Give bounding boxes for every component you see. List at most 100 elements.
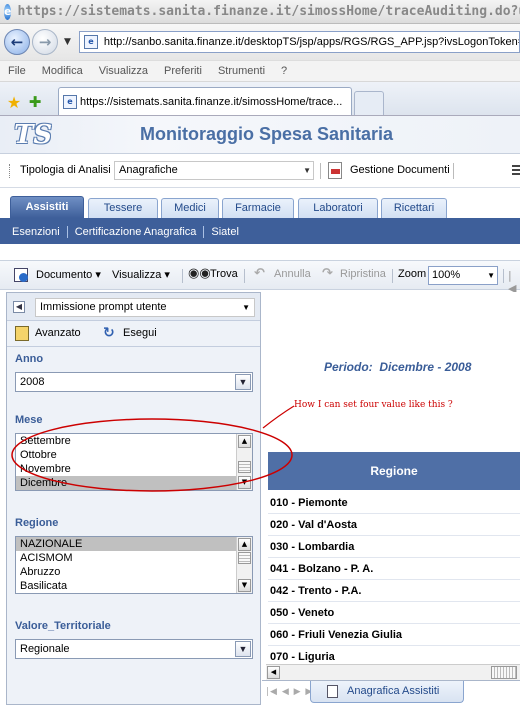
documento-label: Documento [36,269,93,281]
analysis-bar: Tipologia di Analisi Anagrafiche ▼ Gesti… [0,154,520,188]
chevron-down-icon[interactable]: ▼ [235,374,251,390]
divider [453,163,454,179]
visualizza-label: Visualizza [112,269,162,281]
tab-tessere[interactable]: Tessere [88,198,158,218]
tab-farmacie[interactable]: Farmacie [222,198,294,218]
list-item[interactable]: Abruzzo [16,565,252,579]
add-favorite-icon[interactable]: ✚ [24,89,46,115]
table-row: 010 - Piemonte [268,492,520,514]
gestione-documenti-button[interactable]: Gestione Documenti [350,164,450,176]
prompt-panel-header: ◀ Immissione prompt utente ▼ [7,293,260,321]
tab-ricettari[interactable]: Ricettari [381,198,447,218]
scrollbar[interactable]: ▲ ▼ [236,434,252,490]
list-item[interactable]: Basilicata [16,579,252,593]
prompt-mode-select[interactable]: Immissione prompt utente ▼ [35,298,255,317]
regione-column-header: Regione [268,452,520,490]
avanzato-button[interactable]: Avanzato [35,327,81,339]
valore-territoriale-select[interactable]: Regionale ▼ [15,639,253,659]
report-toolbar: Documento ▾ Visualizza ▾ ◉◉ Trova ↶ Annu… [0,260,520,295]
menu-bar: File Modifica Visualizza Preferiti Strum… [0,60,520,82]
menu-preferiti[interactable]: Preferiti [164,65,202,77]
list-item[interactable]: Ottobre [16,448,252,462]
table-row: 041 - Bolzano - P. A. [268,558,520,580]
scroll-thumb[interactable] [491,666,517,679]
subnav-esenzioni[interactable]: Esenzioni [12,226,60,238]
table-row: 042 - Trento - P.A. [268,580,520,602]
tab-medici[interactable]: Medici [161,198,219,218]
toolbar-grip [9,164,11,178]
menu-strumenti[interactable]: Strumenti [218,65,265,77]
table-row: 060 - Friuli Venezia Giulia [268,624,520,646]
forward-arrow-icon[interactable]: → [32,29,58,55]
valore-territoriale-label: Valore_Territoriale [15,620,111,632]
analysis-type-select[interactable]: Anagrafiche ▼ [114,161,314,180]
list-item[interactable]: Dicembre [16,476,252,490]
subnav-siatel[interactable]: Siatel [211,226,239,238]
table-row: 020 - Val d'Aosta [268,514,520,536]
new-tab-button[interactable] [354,91,384,115]
ie-logo-icon: e [4,3,12,20]
divider [182,269,183,283]
annulla-button[interactable]: Annulla [274,268,311,280]
valore-territoriale-value: Regionale [20,643,70,655]
scroll-down-icon[interactable]: ▼ [238,579,251,592]
document-icon[interactable] [328,162,342,179]
subnav-certificazione-anagrafica[interactable]: Certificazione Anagrafica [75,226,197,238]
collapse-panel-icon[interactable]: ◀ [13,301,25,313]
menu-modifica[interactable]: Modifica [42,65,83,77]
documento-menu[interactable]: Documento ▾ [36,268,101,281]
sheet-tab[interactable]: Anagrafica Assistiti [310,681,464,703]
list-item[interactable]: Novembre [16,462,252,476]
scrollbar[interactable]: ▲ ▼ [236,537,252,593]
list-item[interactable]: NAZIONALE [16,537,252,551]
sub-navigation: Esenzioni Certificazione Anagrafica Siat… [0,220,520,244]
zoom-select[interactable]: 100% ▼ [428,266,498,285]
prompt-panel: ◀ Immissione prompt utente ▼ Avanzato ↻ … [6,292,261,705]
menu-visualizza[interactable]: Visualizza [99,65,148,77]
browser-tab-title: https://sistemats.sanita.finanze.it/simo… [80,95,343,108]
chevron-down-icon[interactable]: ▼ [235,641,251,657]
page-icon: e [63,94,77,109]
scroll-thumb[interactable] [238,552,251,564]
list-item[interactable]: ACISMOM [16,551,252,565]
window-title: https://sistemats.sanita.finanze.it/simo… [17,4,520,19]
address-field[interactable]: e http://sanbo.sanita.finanze.it/desktop… [78,31,520,53]
menu-file[interactable]: File [8,65,26,77]
address-text: http://sanbo.sanita.finanze.it/desktopTS… [103,36,520,48]
browser-tab-bar: ★ ✚ e https://sistemats.sanita.finanze.i… [0,82,520,116]
esegui-button[interactable]: Esegui [123,327,157,339]
advanced-icon[interactable] [15,326,29,341]
horizontal-scrollbar[interactable]: ◀ [266,664,520,680]
trova-button[interactable]: Trova [210,268,238,280]
menu-help[interactable]: ? [281,65,287,77]
star-icon[interactable]: ★ [4,89,24,115]
divider [320,163,321,179]
scroll-down-icon[interactable]: ▼ [238,476,251,489]
regione-label: Regione [15,517,59,529]
tab-assistiti[interactable]: Assistiti [10,196,84,218]
document-icon [327,685,338,698]
refresh-icon[interactable]: ↻ [103,325,115,341]
scroll-thumb[interactable] [238,461,251,473]
app-title: Monitoraggio Spesa Sanitaria [140,124,394,144]
chevron-down-icon: ▼ [242,303,250,312]
sheet-tab-label: Anagrafica Assistiti [347,685,440,697]
mese-listbox[interactable]: Settembre Ottobre Novembre Dicembre ▲ ▼ [15,433,253,491]
tab-laboratori[interactable]: Laboratori [298,198,378,218]
binoculars-icon: ◉◉ [188,266,211,281]
history-dropdown-icon[interactable]: ▼ [64,37,71,47]
menu-icon[interactable] [512,165,520,175]
list-item[interactable]: Settembre [16,434,252,448]
scroll-left-icon[interactable]: ◀ [267,666,280,679]
back-arrow-icon[interactable]: ← [4,29,30,55]
ripristina-button[interactable]: Ripristina [340,268,386,280]
scroll-up-icon[interactable]: ▲ [238,538,251,551]
periodo-label: Periodo: [324,360,373,374]
mese-label: Mese [15,414,43,426]
visualizza-menu[interactable]: Visualizza ▾ [112,268,170,281]
anno-select[interactable]: 2008 ▼ [15,372,253,392]
browser-tab[interactable]: e https://sistemats.sanita.finanze.it/si… [58,87,352,115]
regione-listbox[interactable]: NAZIONALE ACISMOM Abruzzo Basilicata ▲ ▼ [15,536,253,594]
scroll-up-icon[interactable]: ▲ [238,435,251,448]
analysis-type-label: Tipologia di Analisi [20,164,111,176]
